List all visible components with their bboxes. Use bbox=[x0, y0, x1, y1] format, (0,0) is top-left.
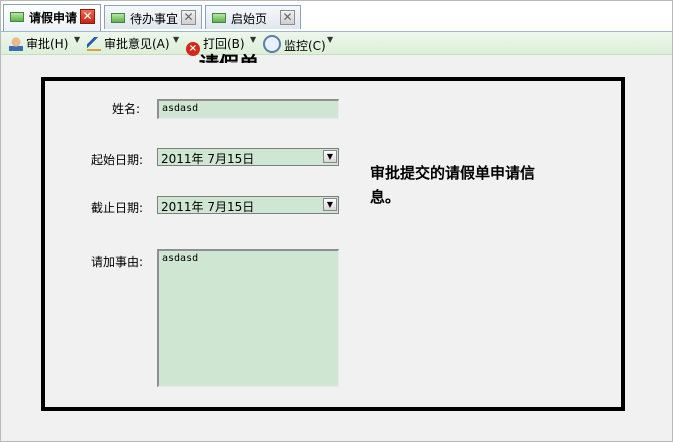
approve-label: 审批(H) bbox=[26, 37, 69, 51]
close-icon[interactable]: ✕ bbox=[181, 10, 196, 25]
start-date-picker[interactable]: 2011年 7月15日 ▼ bbox=[157, 148, 339, 166]
chevron-down-icon[interactable]: ▼ bbox=[323, 150, 337, 163]
end-date-value: 2011年 7月15日 bbox=[161, 200, 255, 214]
user-approve-icon bbox=[9, 37, 23, 51]
tab-label: 待办事宜 bbox=[130, 12, 179, 26]
tab-start-page[interactable]: 启始页 ✕ bbox=[205, 5, 301, 29]
reject-dropdown-icon[interactable]: ▼ bbox=[250, 35, 256, 44]
end-date-label: 截止日期: bbox=[91, 201, 144, 215]
opinion-dropdown-icon[interactable]: ▼ bbox=[173, 35, 179, 44]
reason-label: 请加事由: bbox=[91, 255, 144, 269]
opinion-button[interactable]: 审批意见(A) bbox=[87, 35, 170, 51]
tab-leave-request[interactable]: 请假申请 ✕ bbox=[3, 4, 101, 31]
form-icon bbox=[10, 12, 24, 22]
reason-textarea[interactable]: asdasd bbox=[157, 249, 339, 387]
tab-label: 请假申请 bbox=[29, 11, 78, 25]
approval-note: 审批提交的请假单申请信息。 bbox=[370, 164, 536, 206]
form-title: 请假单 bbox=[199, 49, 259, 63]
monitor-label: 监控(C) bbox=[284, 39, 326, 53]
toolbar: 审批(H) ▼ 审批意见(A) ▼ × 打回(B) ▼ 监控(C) ▼ bbox=[1, 32, 672, 56]
end-date-picker[interactable]: 2011年 7月15日 ▼ bbox=[157, 196, 339, 214]
tab-strip: 请假申请 ✕ 待办事宜 ✕ 启始页 ✕ bbox=[1, 1, 672, 32]
start-date-label: 起始日期: bbox=[91, 153, 144, 167]
start-date-value: 2011年 7月15日 bbox=[161, 152, 255, 166]
app-window: 请假申请 ✕ 待办事宜 ✕ 启始页 ✕ 审批(H) ▼ 审批意见(A) ▼ × 打… bbox=[0, 0, 673, 442]
approve-dropdown-icon[interactable]: ▼ bbox=[74, 35, 80, 44]
close-icon[interactable]: ✕ bbox=[280, 10, 295, 25]
chevron-down-icon[interactable]: ▼ bbox=[323, 198, 337, 211]
approve-button[interactable]: 审批(H) bbox=[9, 35, 68, 51]
form-icon bbox=[111, 13, 125, 23]
reject-icon: × bbox=[186, 42, 200, 56]
magnifier-icon bbox=[263, 35, 281, 53]
pen-icon bbox=[87, 37, 101, 51]
close-icon[interactable]: ✕ bbox=[80, 9, 95, 24]
name-input[interactable]: asdasd bbox=[157, 99, 339, 119]
tab-todo[interactable]: 待办事宜 ✕ bbox=[104, 5, 202, 29]
opinion-label: 审批意见(A) bbox=[104, 37, 170, 51]
name-label: 姓名: bbox=[112, 102, 141, 116]
monitor-button[interactable]: 监控(C) bbox=[263, 35, 326, 53]
form-icon bbox=[212, 13, 226, 23]
leave-form-panel: 姓名: asdasd 起始日期: 2011年 7月15日 ▼ 截止日期: 201… bbox=[41, 77, 625, 411]
tab-label: 启始页 bbox=[231, 12, 268, 26]
monitor-dropdown-icon[interactable]: ▼ bbox=[327, 35, 333, 44]
